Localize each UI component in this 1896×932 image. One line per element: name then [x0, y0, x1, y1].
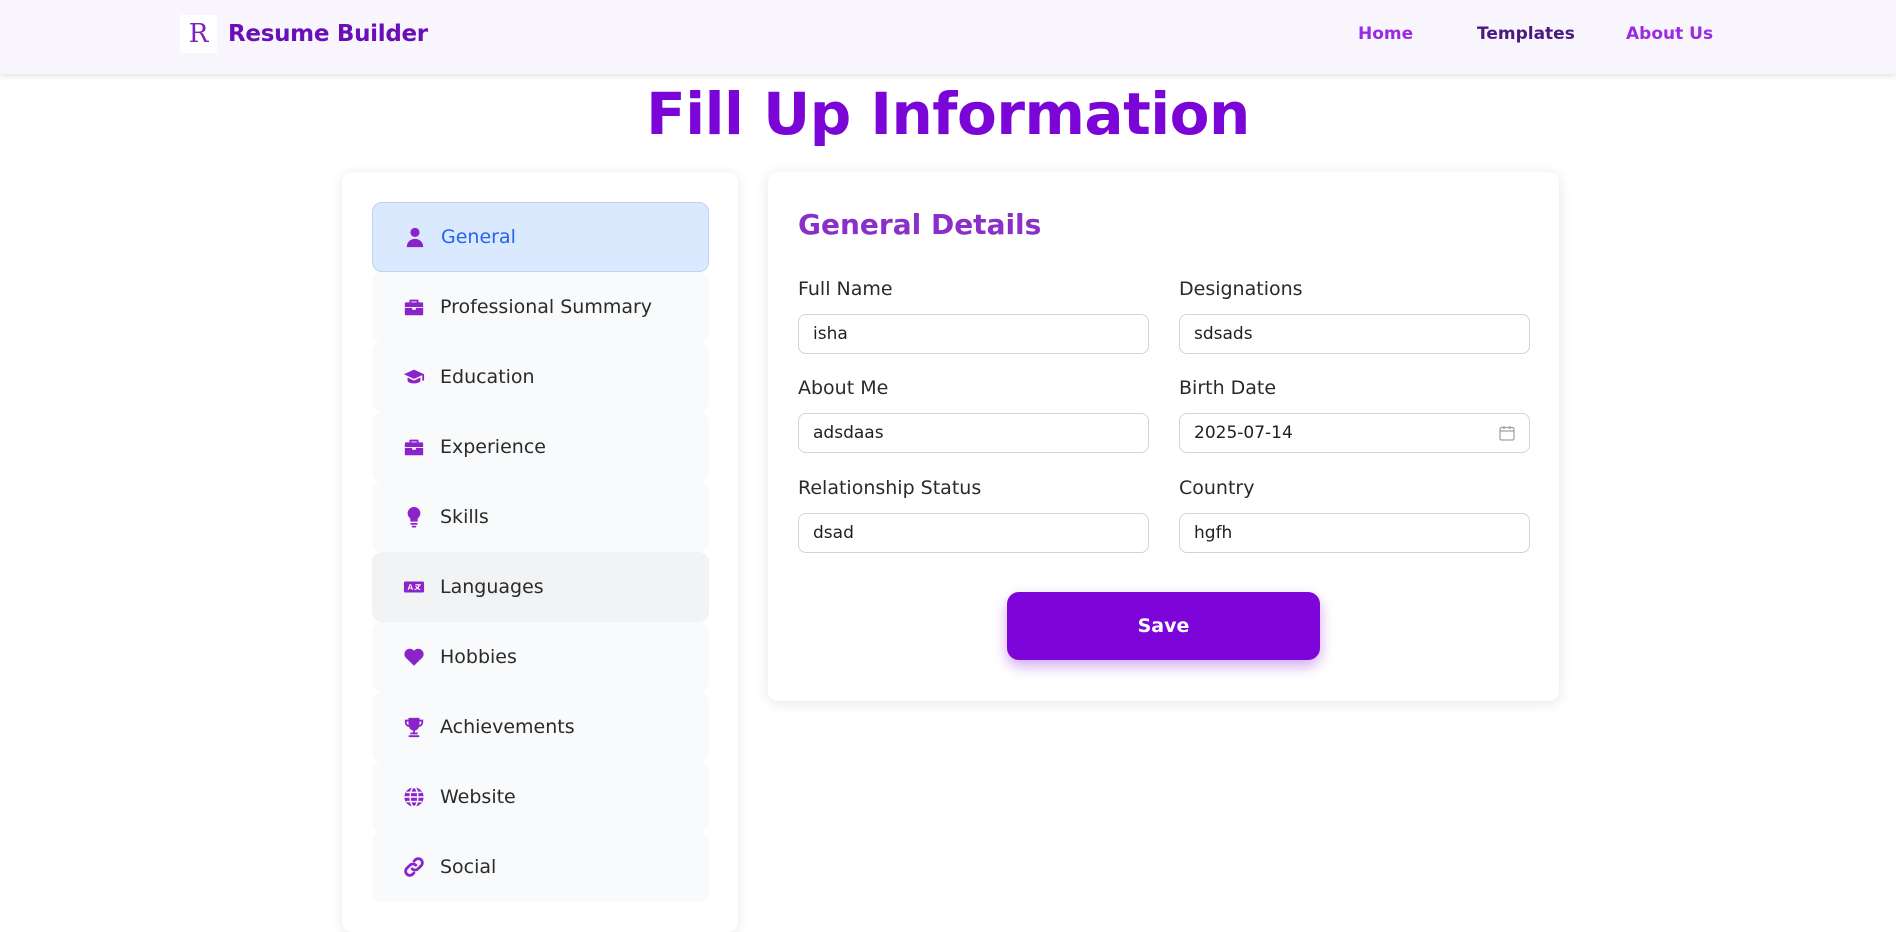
- sidebar-item-hobbies[interactable]: Hobbies: [372, 622, 709, 692]
- sidebar-item-label: Achievements: [440, 716, 575, 738]
- calendar-icon[interactable]: [1498, 424, 1516, 442]
- birth-date-input[interactable]: [1179, 413, 1530, 453]
- sidebar-item-label: Professional Summary: [440, 296, 653, 318]
- sidebar-item-education[interactable]: Education: [372, 342, 709, 412]
- sidebar-item-general[interactable]: General: [372, 202, 709, 272]
- relationship-status-input[interactable]: [798, 513, 1149, 553]
- sidebar-item-label: Website: [440, 786, 516, 808]
- page-title: Fill Up Information: [646, 80, 1250, 148]
- sidebar-item-skills[interactable]: Skills: [372, 482, 709, 552]
- section-sidebar: General Professional Summary Education E…: [342, 172, 738, 932]
- briefcase-icon: [402, 435, 426, 459]
- full-name-input[interactable]: [798, 314, 1149, 354]
- general-details-card: General Details Full Name Designations A…: [768, 172, 1559, 701]
- nav-templates-link[interactable]: Templates: [1477, 24, 1575, 44]
- lightbulb-icon: [402, 505, 426, 529]
- sidebar-item-label: Skills: [440, 506, 489, 528]
- designations-input[interactable]: [1179, 314, 1530, 354]
- graduation-cap-icon: [402, 365, 426, 389]
- sidebar-item-social[interactable]: Social: [372, 832, 709, 902]
- sidebar-item-label: Hobbies: [440, 646, 517, 668]
- top-navbar: R Resume Builder Home Templates About Us: [0, 0, 1896, 74]
- sidebar-item-achievements[interactable]: Achievements: [372, 692, 709, 762]
- birth-date-label: Birth Date: [1179, 377, 1277, 399]
- globe-icon: [402, 785, 426, 809]
- about-me-label: About Me: [798, 377, 889, 399]
- heart-icon: [402, 645, 426, 669]
- nav-home-link[interactable]: Home: [1358, 24, 1413, 44]
- language-icon: [402, 575, 426, 599]
- sidebar-item-label: Education: [440, 366, 535, 388]
- nav-about-link[interactable]: About Us: [1626, 24, 1713, 44]
- full-name-label: Full Name: [798, 278, 893, 300]
- user-icon: [403, 225, 427, 249]
- sidebar-item-label: Languages: [440, 576, 544, 598]
- save-button[interactable]: Save: [1007, 592, 1320, 660]
- sidebar-item-label: Experience: [440, 436, 546, 458]
- designations-label: Designations: [1179, 278, 1303, 300]
- sidebar-item-label: Social: [440, 856, 497, 878]
- sidebar-item-experience[interactable]: Experience: [372, 412, 709, 482]
- card-title: General Details: [798, 208, 1042, 241]
- nav-links: Home Templates About Us: [0, 24, 1896, 48]
- sidebar-item-label: General: [441, 226, 516, 248]
- country-input[interactable]: [1179, 513, 1530, 553]
- sidebar-item-website[interactable]: Website: [372, 762, 709, 832]
- about-me-input[interactable]: [798, 413, 1149, 453]
- briefcase-icon: [402, 295, 426, 319]
- sidebar-item-languages[interactable]: Languages: [372, 552, 709, 622]
- trophy-icon: [402, 715, 426, 739]
- link-icon: [402, 855, 426, 879]
- country-label: Country: [1179, 477, 1255, 499]
- sidebar-item-professional-summary[interactable]: Professional Summary: [372, 272, 709, 342]
- relationship-status-label: Relationship Status: [798, 477, 982, 499]
